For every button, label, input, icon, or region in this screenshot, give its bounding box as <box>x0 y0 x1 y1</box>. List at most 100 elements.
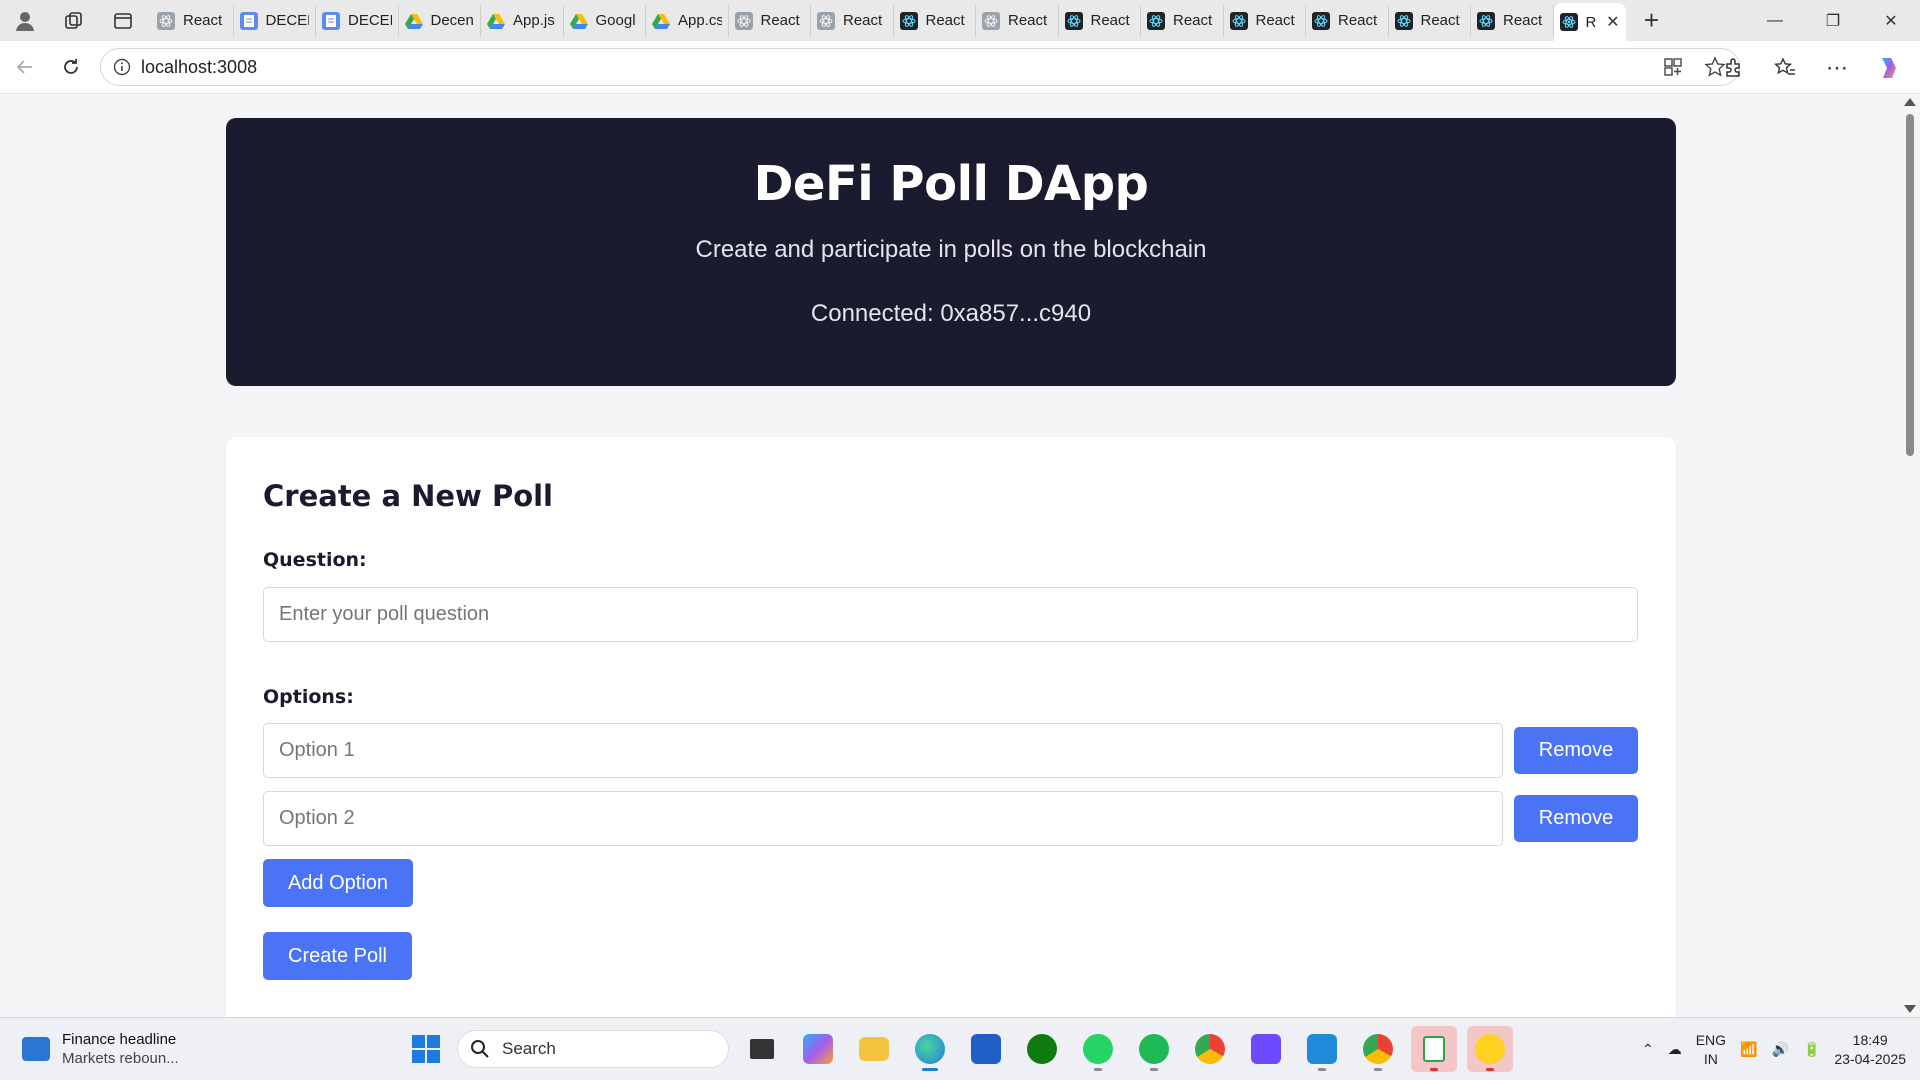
navigation-bar: localhost:3008 ⋯ <box>0 41 1920 94</box>
tab-label: Googl <box>595 12 636 29</box>
close-tab-icon[interactable]: ✕ <box>1606 12 1619 32</box>
create-poll-card: Create a New Poll Question: Options: Rem… <box>226 437 1676 1017</box>
tab-active[interactable]: R ✕ <box>1553 3 1626 41</box>
add-option-button[interactable]: Add Option <box>263 859 413 907</box>
browser-tab[interactable]: React <box>1224 4 1306 37</box>
app-launcher-icon[interactable] <box>1411 1026 1457 1072</box>
option-1-input[interactable] <box>263 723 1503 778</box>
browser-tab[interactable]: DECEN <box>316 4 399 37</box>
spotify-icon[interactable] <box>1131 1026 1177 1072</box>
tab-label: React <box>1008 12 1048 29</box>
app-subtitle: Create and participate in polls on the b… <box>695 236 1207 263</box>
close-window-icon[interactable]: ✕ <box>1862 0 1920 41</box>
edge-browser-icon[interactable] <box>907 1026 953 1072</box>
browser-tab[interactable]: Googl <box>564 4 646 37</box>
browser-tab[interactable]: App.js <box>481 4 564 37</box>
taskbar-search[interactable]: Search <box>457 1030 729 1068</box>
toolbar-right: ⋯ <box>1710 41 1912 94</box>
remove-option-2-button[interactable]: Remove <box>1514 795 1638 842</box>
copilot-taskbar-icon[interactable] <box>795 1026 841 1072</box>
show-hidden-icons-icon[interactable]: ⌃ <box>1642 1041 1654 1058</box>
drive-favicon-icon <box>652 12 670 30</box>
search-label: Search <box>502 1039 556 1058</box>
copilot-icon[interactable] <box>1866 45 1912 91</box>
page-scrollbar[interactable] <box>1900 94 1920 1017</box>
browser-tab[interactable]: Decen <box>399 4 481 37</box>
workspaces-icon[interactable] <box>49 0 98 41</box>
question-input[interactable] <box>263 587 1638 642</box>
question-label: Question: <box>263 549 367 571</box>
back-button[interactable] <box>2 44 48 90</box>
tab-label: React <box>843 12 883 29</box>
tab-actions-icon[interactable] <box>98 0 147 41</box>
favorites-icon[interactable] <box>1762 45 1808 91</box>
browser-tab-bar: React DECEN DECEN Decen App.js Googl App.cs Rea… <box>0 0 1920 41</box>
file-explorer-icon[interactable] <box>851 1026 897 1072</box>
clock[interactable]: 18:49 23-04-2025 <box>1834 1031 1906 1069</box>
search-icon <box>471 1040 489 1058</box>
browser-tab[interactable]: React <box>1059 4 1141 37</box>
microsoft-store-icon[interactable] <box>963 1026 1009 1072</box>
scroll-down-icon[interactable] <box>1904 1005 1916 1013</box>
browser-tab[interactable]: DECEN <box>234 4 316 37</box>
wifi-icon[interactable]: 📶 <box>1740 1041 1757 1058</box>
vscode-icon[interactable] <box>1299 1026 1345 1072</box>
language-indicator[interactable]: ENG IN <box>1696 1031 1726 1069</box>
browser-tab[interactable]: React <box>811 4 894 37</box>
chrome-icon[interactable] <box>1187 1026 1233 1072</box>
page-viewport: DeFi Poll DApp Create and participate in… <box>0 94 1900 1017</box>
norton-icon[interactable] <box>1467 1026 1513 1072</box>
news-widget[interactable]: Finance headline Markets reboun... <box>22 1031 179 1067</box>
browser-tab[interactable]: React <box>976 4 1059 37</box>
browser-tab[interactable]: React <box>1141 4 1224 37</box>
browser-tab[interactable]: React <box>894 4 976 37</box>
options-label: Options: <box>263 686 354 708</box>
address-bar[interactable]: localhost:3008 <box>100 48 1740 86</box>
browser-tab[interactable]: App.cs <box>646 4 729 37</box>
chrome-profile-icon[interactable] <box>1355 1026 1401 1072</box>
create-poll-button[interactable]: Create Poll <box>263 932 412 980</box>
tab-label: React <box>1173 12 1213 29</box>
browser-tab[interactable]: React <box>151 4 234 37</box>
tab-label: React <box>1420 12 1460 29</box>
browser-tab[interactable]: React <box>1389 4 1471 37</box>
new-tab-button[interactable]: + <box>1632 4 1672 38</box>
minimize-icon[interactable]: — <box>1746 0 1804 41</box>
restore-icon[interactable]: ❐ <box>1804 0 1862 41</box>
proton-vpn-icon[interactable] <box>1243 1026 1289 1072</box>
react-favicon-icon <box>899 11 918 30</box>
create-poll-heading: Create a New Poll <box>263 479 553 513</box>
region-code: IN <box>1703 1050 1718 1067</box>
scrollbar-thumb[interactable] <box>1906 114 1914 456</box>
react-favicon-icon <box>1229 11 1248 30</box>
app-available-icon[interactable] <box>1655 57 1691 77</box>
browser-tab[interactable]: React <box>1471 4 1554 37</box>
tab-label: R <box>1585 13 1597 31</box>
news-subtitle: Markets reboun... <box>62 1050 179 1067</box>
option-2-input[interactable] <box>263 791 1503 846</box>
onedrive-icon[interactable]: ☁ <box>1668 1041 1682 1058</box>
remove-option-1-button[interactable]: Remove <box>1514 727 1638 774</box>
browser-tab[interactable]: React <box>1306 4 1389 37</box>
start-button[interactable] <box>405 1027 447 1071</box>
whatsapp-icon[interactable] <box>1075 1026 1121 1072</box>
task-view-icon[interactable] <box>739 1026 785 1072</box>
drive-favicon-icon <box>569 12 588 30</box>
site-info-icon[interactable] <box>113 58 131 76</box>
window-controls: — ❐ ✕ <box>1746 0 1920 41</box>
tab-label: Decen <box>430 12 474 29</box>
xbox-icon[interactable] <box>1019 1026 1065 1072</box>
extensions-icon[interactable] <box>1710 45 1756 91</box>
battery-icon[interactable]: 🔋 <box>1803 1041 1820 1058</box>
tab-strip: React DECEN DECEN Decen App.js Googl App.cs Rea… <box>151 0 1554 41</box>
tab-label: App.cs <box>678 12 722 29</box>
doc-favicon-icon <box>239 11 258 30</box>
refresh-button[interactable] <box>48 44 94 90</box>
profile-icon[interactable] <box>0 0 49 41</box>
volume-icon[interactable]: 🔊 <box>1772 1041 1789 1058</box>
browser-tab[interactable]: React <box>729 4 811 37</box>
app-title: DeFi Poll DApp <box>753 156 1149 212</box>
scroll-up-icon[interactable] <box>1904 98 1916 106</box>
tab-label: DECEN <box>348 12 392 29</box>
more-options-icon[interactable]: ⋯ <box>1814 45 1860 91</box>
